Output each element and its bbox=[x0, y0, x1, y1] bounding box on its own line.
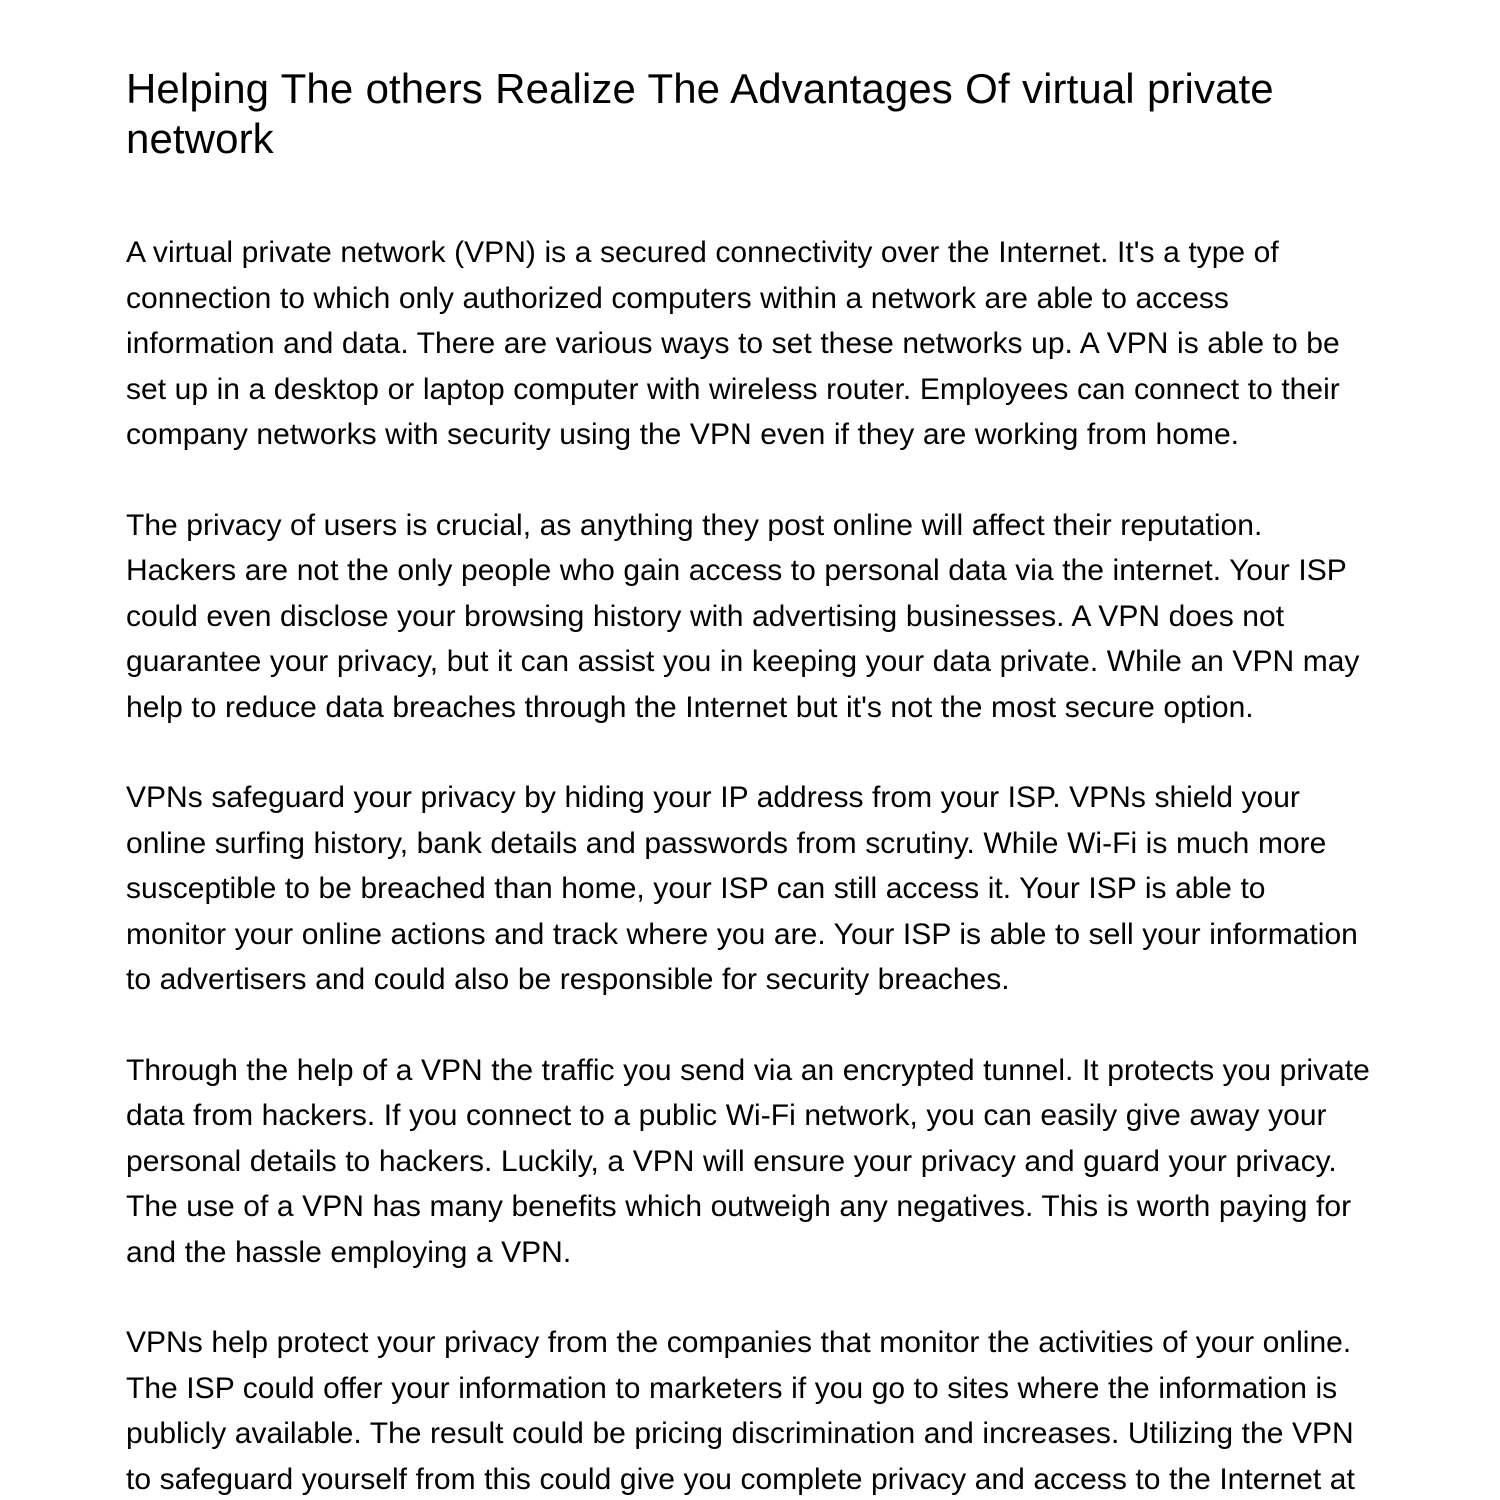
paragraph-5: VPNs help protect your privacy from the … bbox=[126, 1326, 1355, 1496]
document-page: Helping The others Realize The Advantage… bbox=[0, 0, 1500, 1500]
page-title: Helping The others Realize The Advantage… bbox=[126, 65, 1274, 162]
paragraph-2: The privacy of users is crucial, as anyt… bbox=[126, 508, 1360, 724]
paragraph-3: VPNs safeguard your privacy by hiding yo… bbox=[126, 781, 1358, 996]
paragraph-4: Through the help of a VPN the traffic yo… bbox=[126, 1053, 1370, 1269]
paragraph-1: A virtual private network (VPN) is a sec… bbox=[126, 236, 1340, 451]
document-content: Helping The others Realize The Advantage… bbox=[126, 64, 1374, 1500]
